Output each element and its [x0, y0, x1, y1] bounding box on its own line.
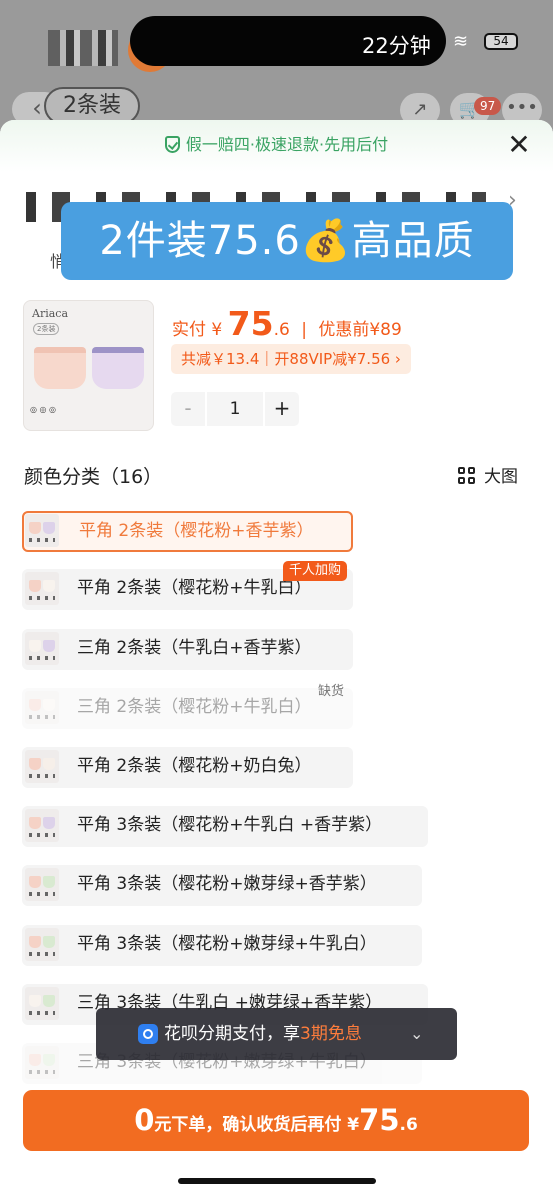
- quantity-value[interactable]: 1: [205, 392, 265, 426]
- option-6[interactable]: 平角 3条装（樱花粉+嫩芽绿+香芋紫）: [22, 865, 422, 906]
- option-thumbnail: [25, 928, 59, 961]
- option-thumbnail: [25, 809, 59, 842]
- option-7[interactable]: 平角 3条装（樱花粉+嫩芽绿+牛乳白）: [22, 925, 422, 966]
- battery-icon: 54: [484, 33, 518, 50]
- option-label: 平角 2条装（樱花粉+牛乳白）: [77, 578, 312, 598]
- guarantee-text: 假一赔四·极速退款·先用后付: [185, 135, 389, 154]
- quantity-stepper: - 1 +: [171, 392, 299, 426]
- option-thumbnail: [25, 572, 59, 605]
- cart-badge: 97: [474, 97, 502, 115]
- chevron-down-icon[interactable]: ⌄: [410, 1008, 423, 1060]
- option-label: 平角 3条装（樱花粉+嫩芽绿+香芋紫）: [77, 874, 377, 894]
- hot-tag: 千人加购: [283, 561, 348, 581]
- option-label: 平角 3条装（樱花粉+牛乳白 +香芋紫）: [77, 815, 383, 835]
- decrease-button[interactable]: -: [171, 392, 205, 426]
- out-of-stock-tag: 缺货: [318, 684, 345, 699]
- pink-underwear-image: [34, 347, 86, 389]
- order-button[interactable]: 0元下单，确认收货后再付 ¥75.6: [23, 1090, 529, 1151]
- close-button[interactable]: ✕: [503, 130, 535, 162]
- increase-button[interactable]: +: [265, 392, 299, 426]
- option-label: 平角 3条装（樱花粉+嫩芽绿+牛乳白）: [77, 934, 377, 954]
- option-thumbnail: [25, 632, 59, 665]
- cta-amount-int: 75: [359, 1103, 400, 1137]
- option-label: 平角 2条装（樱花粉+香芋紫）: [79, 521, 314, 541]
- feature-icons: ◎ ◎ ◎: [30, 405, 57, 414]
- cta-text: 元下单，确认收货后再付 ¥: [154, 1115, 360, 1135]
- before-amount: ¥89: [369, 320, 402, 340]
- purple-underwear-image: [92, 347, 144, 389]
- thumbnail-tag: 2条装: [33, 323, 60, 335]
- discount-pill[interactable]: 共减￥13.4｜开88VIP减¥7.56 ›: [171, 344, 411, 374]
- price-separator: |: [301, 320, 307, 340]
- option-0[interactable]: 平角 2条装（樱花粉+香芋紫）: [22, 511, 353, 552]
- option-thumbnail: [25, 868, 59, 901]
- grid-icon: [458, 467, 476, 485]
- status-time: 22分钟: [362, 34, 431, 58]
- option-5[interactable]: 平角 3条装（樱花粉+牛乳白 +香芋紫）: [22, 806, 428, 847]
- huabei-installment-bar[interactable]: 花呗分期支付，享3期免息 ⌄: [96, 1008, 457, 1060]
- currency-symbol: ¥: [211, 320, 223, 340]
- thumbnail-brand: Ariaca: [32, 307, 68, 320]
- option-2[interactable]: 三角 2条装（牛乳白+香芋紫）: [22, 629, 353, 670]
- option-label: 三角 2条装（樱花粉+牛乳白）: [77, 697, 312, 717]
- sku-sheet: 假一赔四·极速退款·先用后付 ✕ › 悄 2件装75.6💰高品质 Ariaca …: [0, 120, 553, 1199]
- option-thumbnail: [25, 1046, 59, 1079]
- option-thumbnail: [25, 514, 59, 547]
- section-title: 颜色分类（16）: [24, 466, 163, 488]
- cta-zero: 0: [134, 1103, 155, 1137]
- home-indicator[interactable]: [178, 1178, 376, 1184]
- option-label: 三角 2条装（牛乳白+香芋紫）: [77, 638, 312, 658]
- option-thumbnail: [25, 750, 59, 783]
- huabei-text: 花呗分期支付，享3期免息: [164, 1008, 362, 1060]
- status-bar: 22分钟 ≋ 54: [0, 0, 553, 80]
- pixelated-logo: [48, 30, 118, 66]
- wifi-icon: ≋: [453, 31, 469, 52]
- bigview-label: 大图: [484, 467, 518, 487]
- option-thumbnail: [25, 691, 59, 724]
- option-4[interactable]: 平角 2条装（樱花粉+奶白兔）: [22, 747, 353, 788]
- huabei-icon: [138, 1024, 158, 1044]
- price-row: 实付 ¥ 75.6 | 优惠前¥89: [172, 304, 402, 343]
- product-thumbnail[interactable]: Ariaca 2条装 ◎ ◎ ◎: [23, 300, 154, 431]
- price-int: 75: [227, 304, 274, 343]
- cta-amount-dec: .6: [399, 1115, 418, 1135]
- option-3[interactable]: 三角 2条装（樱花粉+牛乳白）: [22, 688, 353, 729]
- paid-label: 实付: [172, 320, 206, 340]
- huabei-highlight: 3期免息: [300, 1024, 362, 1044]
- huabei-prefix: 花呗分期支付，享: [164, 1024, 300, 1044]
- shield-icon: [164, 136, 180, 153]
- bigview-toggle[interactable]: 大图: [458, 462, 518, 487]
- promo-banner: 2件装75.6💰高品质: [61, 202, 513, 280]
- option-thumbnail: [25, 987, 59, 1020]
- before-label: 优惠前: [318, 320, 370, 340]
- price-dec: .6: [273, 320, 290, 340]
- guarantee-bar: 假一赔四·极速退款·先用后付: [0, 120, 553, 172]
- option-label: 平角 2条装（樱花粉+奶白兔）: [77, 756, 312, 776]
